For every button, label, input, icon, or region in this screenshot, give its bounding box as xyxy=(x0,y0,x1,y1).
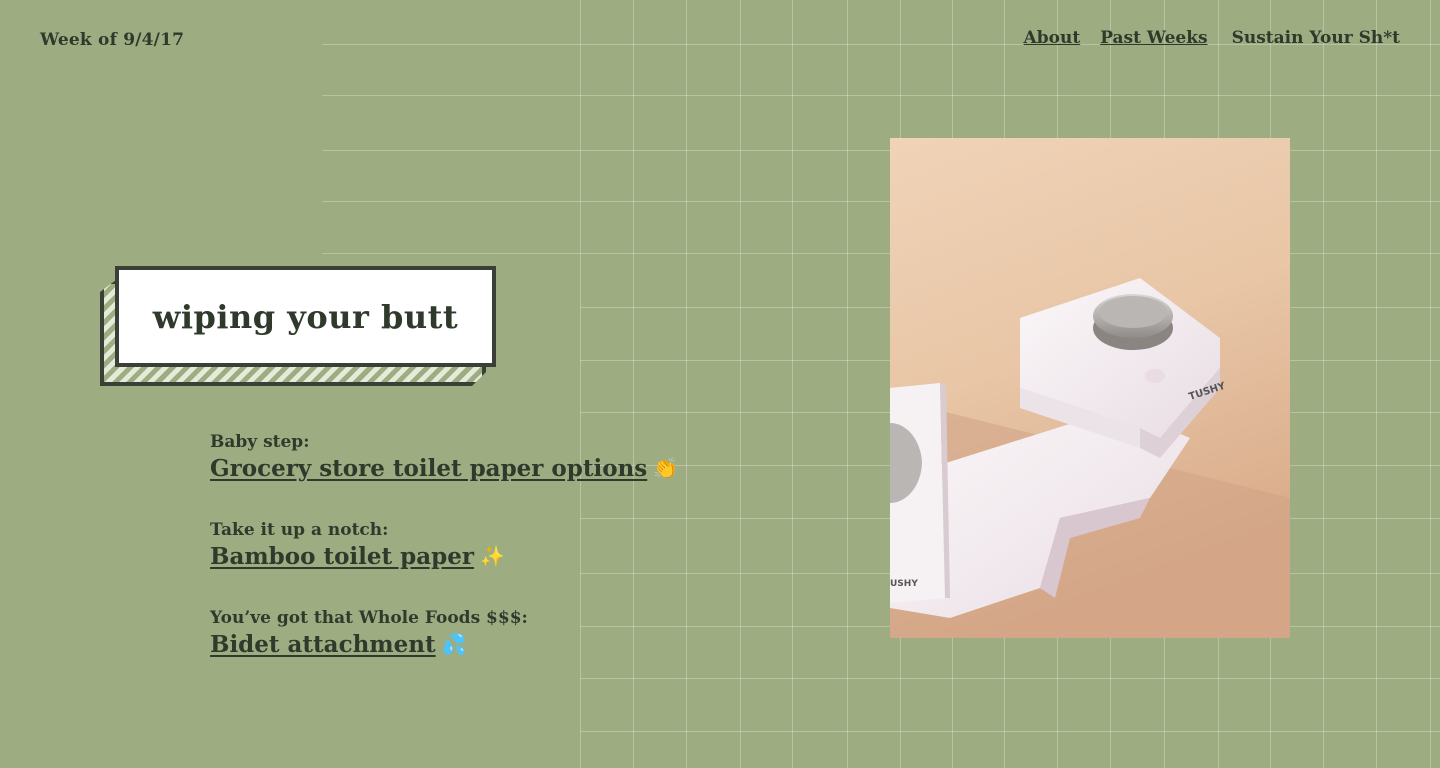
bidet-attachment-link[interactable]: Bidet attachment xyxy=(210,631,436,658)
option-item: Baby step: Grocery store toilet paper op… xyxy=(210,432,770,486)
grocery-store-toilet-paper-link[interactable]: Grocery store toilet paper options xyxy=(210,455,647,482)
nav-about-link[interactable]: About xyxy=(1024,28,1081,48)
partial-brand-text: USHY xyxy=(890,579,918,589)
nav-past-weeks-link[interactable]: Past Weeks xyxy=(1100,28,1207,48)
title-card-face: wiping your butt xyxy=(115,266,496,367)
option-label-whole-foods: You’ve got that Whole Foods $$$: xyxy=(210,608,528,628)
option-label-notch: Take it up a notch: xyxy=(210,520,389,540)
top-nav: About Past Weeks Sustain Your Sh*t xyxy=(1024,28,1400,48)
bidet-product-photo: TUSHY USHY xyxy=(890,138,1290,638)
nav-sustain-your-sht-link[interactable]: Sustain Your Sh*t xyxy=(1232,28,1400,48)
options-list: Baby step: Grocery store toilet paper op… xyxy=(210,432,770,696)
option-item: Take it up a notch: Bamboo toilet paper ✨ xyxy=(210,520,770,574)
bamboo-toilet-paper-link[interactable]: Bamboo toilet paper xyxy=(210,543,474,570)
water-droplets-icon: 💦 xyxy=(441,632,467,656)
option-item: You’ve got that Whole Foods $$$: Bidet a… xyxy=(210,608,770,662)
sparkles-icon: ✨ xyxy=(479,544,505,568)
option-label-baby-step: Baby step: xyxy=(210,432,310,452)
week-label: Week of 9/4/17 xyxy=(40,30,185,50)
title-card: wiping your butt xyxy=(100,266,496,382)
page-title: wiping your butt xyxy=(152,297,459,336)
clapping-hands-icon: 👏 xyxy=(653,456,679,480)
